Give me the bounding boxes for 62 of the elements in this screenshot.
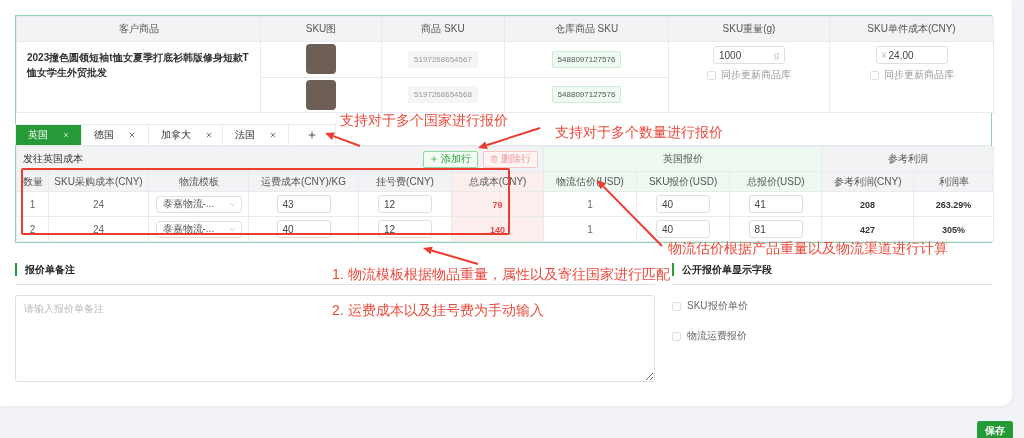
column-header: SKU单件成本(CNY)	[829, 16, 994, 42]
column-header: 商品 SKU	[381, 16, 505, 42]
annotation-text: 2. 运费成本以及挂号费为手动输入	[332, 302, 544, 320]
template-select[interactable]: 泰嘉物流-...	[155, 220, 242, 238]
checkbox-label: SKU报价单价	[687, 299, 748, 313]
table-cell: 1	[29, 198, 36, 210]
table-cell: 1	[587, 198, 593, 210]
close-icon[interactable]	[128, 131, 136, 139]
table-cell: 208	[860, 199, 876, 210]
trash-icon	[490, 155, 499, 163]
table-cell: 2	[29, 223, 36, 235]
column-header: 客户商品	[16, 16, 261, 42]
sku-price-field[interactable]: 40	[656, 220, 711, 238]
close-icon[interactable]	[205, 131, 213, 139]
arrow	[423, 246, 479, 265]
table-cell: 79	[492, 199, 503, 210]
table-cell: 140	[490, 224, 506, 235]
plus-icon	[430, 155, 439, 163]
arrow	[478, 127, 541, 150]
sku-tag: 5197268654567	[408, 50, 478, 68]
annotation-text: 物流估价根据产品重量以及物流渠道进行计算	[668, 240, 948, 258]
section-title: 公开报价单显示字段	[672, 263, 992, 276]
save-button[interactable]: 保存	[977, 421, 1013, 438]
section-title: 发往英国成本	[23, 152, 83, 166]
warehouse-sku-tag: 5488097127576	[551, 86, 622, 104]
table-cell: 24	[92, 223, 105, 235]
arrow	[325, 132, 361, 147]
table-cell: 1	[587, 223, 593, 235]
table-cell: 263.29%	[935, 199, 972, 210]
checkbox[interactable]	[672, 301, 681, 311]
table-cell: 427	[860, 224, 876, 235]
column-header: SKU图	[260, 16, 382, 42]
annotation-text: 支持对于多个国家进行报价	[340, 112, 508, 130]
column-header: SKU重量(g)	[668, 16, 830, 42]
freight-field[interactable]: 43	[276, 195, 331, 213]
annotation-text: 1. 物流模板根据物品重量，属性以及寄往国家进行匹配	[332, 266, 670, 284]
template-select[interactable]: 泰嘉物流-...	[155, 195, 242, 213]
column-header: 仓库商品 SKU	[504, 16, 669, 42]
group-header: 英国报价	[543, 146, 822, 172]
annotation-text: 支持对于多个数量进行报价	[555, 124, 723, 142]
checkbox-label: 物流运费报价	[687, 329, 747, 343]
checkbox-label: 同步更新商品库	[883, 68, 954, 82]
group-header: 参考利润	[821, 146, 994, 172]
product-name: 2023撞色圆领短袖t恤女夏季打底衫韩版修身短款T恤女学生外贸批发	[25, 51, 250, 80]
table-cell: 24	[92, 198, 105, 210]
total-price-field[interactable]: 41	[748, 195, 803, 213]
registration-fee-field[interactable]: 12	[378, 195, 432, 213]
photo-placeholder	[306, 79, 336, 110]
warehouse-sku-tag: 5488097127576	[551, 50, 622, 68]
table-cell: 305%	[942, 224, 966, 235]
checkbox[interactable]	[869, 70, 879, 80]
checkbox-label: 同步更新商品库	[721, 68, 791, 82]
country-tab[interactable]: 英国	[15, 124, 82, 145]
checkbox[interactable]	[707, 70, 716, 80]
photo-placeholder	[306, 44, 336, 75]
plus-icon	[307, 130, 317, 140]
close-icon[interactable]	[269, 131, 277, 139]
unit-cost-field[interactable]: ¥ 24.00	[875, 46, 948, 64]
sku-tag: 5197268654568	[408, 86, 478, 104]
total-price-field[interactable]: 81	[748, 220, 803, 238]
sku-price-field[interactable]: 40	[656, 195, 711, 213]
checkbox[interactable]	[672, 331, 681, 341]
